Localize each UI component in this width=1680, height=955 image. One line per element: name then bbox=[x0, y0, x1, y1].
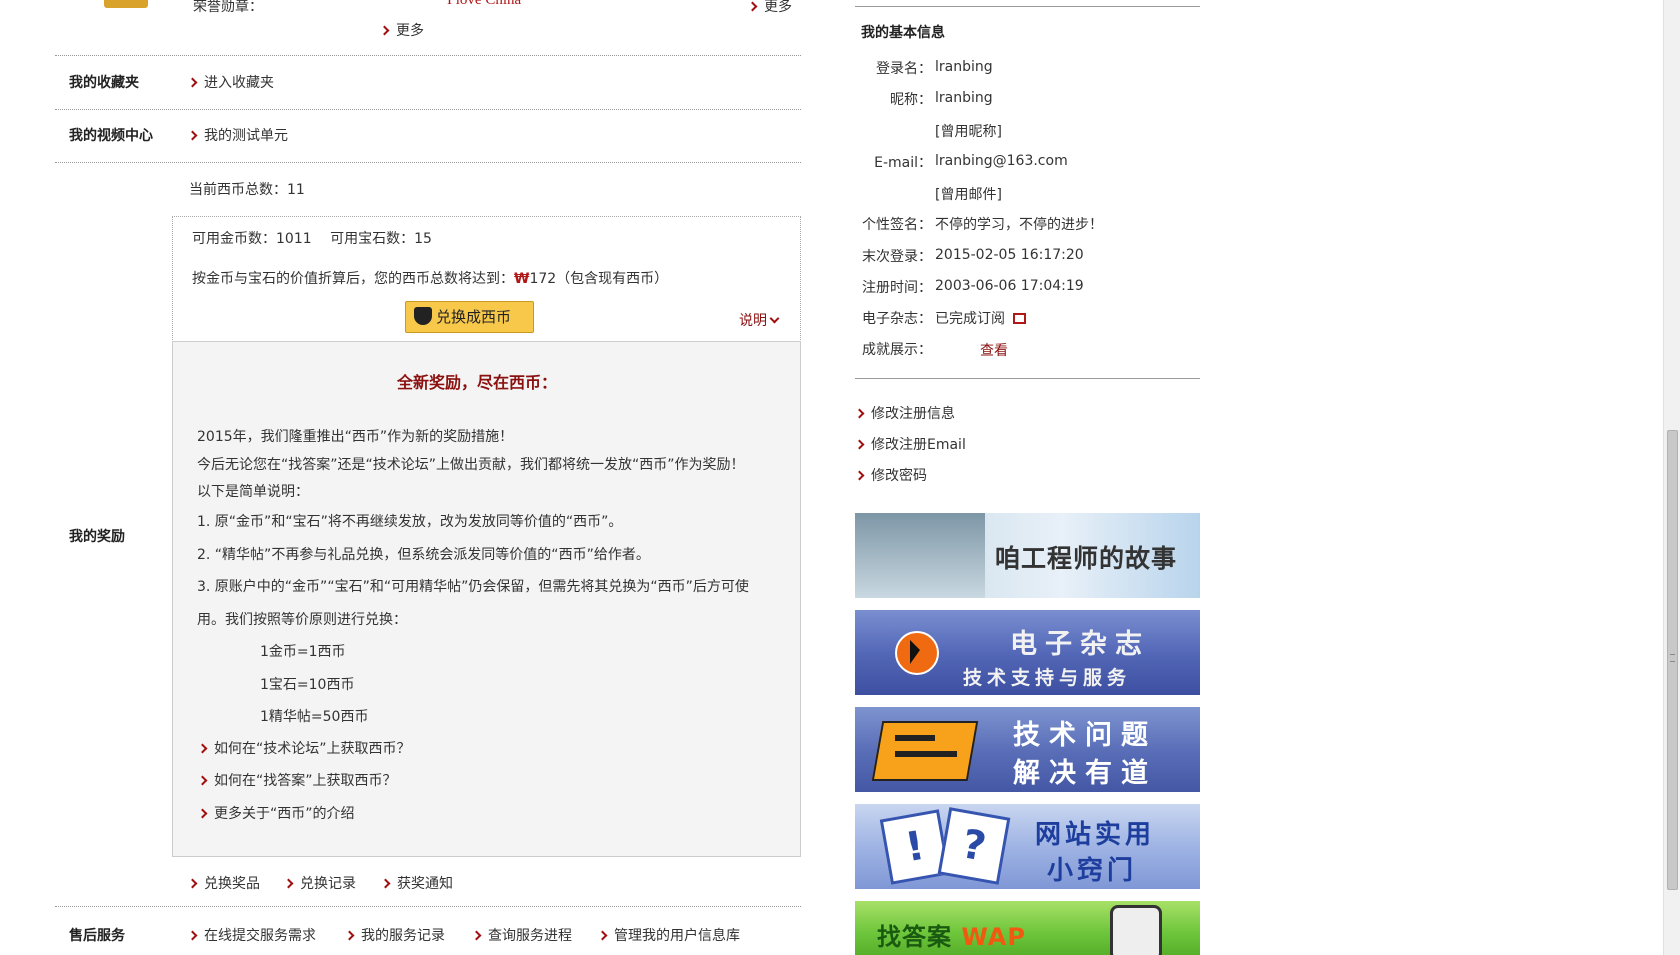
reward-item-3b: 用。我们按照等价原则进行兑换： bbox=[197, 612, 407, 628]
signature-value: 不停的学习，不停的进步！ bbox=[935, 217, 1103, 233]
banner-3-line2: 解决有道 bbox=[1013, 758, 1157, 789]
aftersale-label: 售后服务 bbox=[69, 928, 125, 944]
magazine-value: 已完成订阅 bbox=[935, 308, 1026, 328]
vertical-scrollbar[interactable] bbox=[1663, 0, 1680, 955]
reward-para-1: 2015年，我们隆重推出“西币”作为新的奖励措施！ bbox=[197, 429, 514, 445]
phone-icon bbox=[1110, 905, 1162, 955]
more-link-right[interactable]: 更多 bbox=[747, 0, 792, 16]
exchange-prize-link[interactable]: 兑换奖品 bbox=[187, 873, 260, 893]
profile-title: 我的基本信息 bbox=[861, 25, 945, 41]
change-password-link[interactable]: 修改密码 bbox=[854, 465, 927, 485]
coin-bag-icon bbox=[414, 307, 432, 325]
rate-essence: 1精华帖=50西币 bbox=[260, 709, 369, 725]
cursor-arrow bbox=[910, 640, 920, 664]
submit-service-link[interactable]: 在线提交服务需求 bbox=[187, 925, 316, 945]
rate-gold: 1金币=1西币 bbox=[260, 644, 346, 660]
edit-email-link[interactable]: 修改注册Email bbox=[854, 434, 966, 454]
site-tips-banner[interactable]: ! ? 网站实用 小窍门 bbox=[855, 804, 1200, 889]
engineer-photo bbox=[855, 513, 985, 598]
medal-icon bbox=[104, 0, 148, 8]
edit-profile-link[interactable]: 修改注册信息 bbox=[854, 403, 955, 423]
book-icon bbox=[1013, 313, 1026, 324]
banner-1-text: 咱工程师的故事 bbox=[995, 544, 1178, 573]
available-coins: 可用金币数：1011 可用宝石数：15 bbox=[192, 231, 432, 247]
current-coin-total: 当前西币总数：11 bbox=[189, 182, 305, 198]
reward-heading: 全新奖励，尽在西币： bbox=[397, 373, 558, 392]
banner-4-line1: 网站实用 bbox=[1035, 820, 1156, 850]
nick-label: 昵称： bbox=[890, 92, 932, 108]
banner-3-line1: 技术问题 bbox=[1013, 720, 1157, 751]
reward-item-2: 2. “精华帖”不再参与礼品兑换，但系统会派发同等价值的“西币”给作者。 bbox=[197, 547, 650, 563]
login-label: 登录名： bbox=[876, 61, 932, 77]
coin-icon: ₩ bbox=[514, 271, 530, 287]
chevron-down-icon bbox=[769, 313, 780, 324]
email-value: lranbing@163.com bbox=[935, 153, 1068, 169]
signature-label: 个性签名： bbox=[862, 217, 932, 233]
i-love-china-logo: I love China bbox=[447, 0, 522, 8]
exchange-button[interactable]: 兑换成西币 bbox=[405, 301, 534, 333]
email-label: E-mail： bbox=[874, 155, 932, 171]
rate-gem: 1宝石=10西币 bbox=[260, 677, 355, 693]
reward-item-3a: 3. 原账户中的“金币”“宝石”和“可用精华帖”仍会保留，但需先将其兑换为“西币… bbox=[197, 579, 749, 595]
banner-2-line2: 技术支持与服务 bbox=[963, 667, 1132, 689]
converted-total: 按金币与宝石的价值折算后，您的西币总数将达到：₩172（包含现有西币） bbox=[192, 271, 669, 287]
register-value: 2003-06-06 17:04:19 bbox=[935, 278, 1084, 294]
more-intro-link[interactable]: 更多关于“西币”的介绍 bbox=[197, 803, 355, 823]
achieve-view-link[interactable]: 查看 bbox=[980, 340, 1008, 360]
more-link-left[interactable]: 更多 bbox=[379, 20, 424, 40]
tech-problem-banner[interactable]: 技术问题 解决有道 bbox=[855, 707, 1200, 792]
register-label: 注册时间： bbox=[862, 280, 932, 296]
video-link[interactable]: 我的测试单元 bbox=[187, 125, 288, 145]
honor-label: 荣誉勋章： bbox=[193, 0, 263, 15]
arrow-right bbox=[895, 751, 957, 757]
video-center-label: 我的视频中心 bbox=[69, 128, 153, 144]
lastlogin-value: 2015-02-05 16:17:20 bbox=[935, 247, 1084, 263]
banner-2-line1: 电子杂志 bbox=[1010, 629, 1150, 660]
nick-value: lranbing bbox=[935, 90, 993, 106]
banner-5-text-b: WAP bbox=[961, 923, 1026, 951]
arrow-left bbox=[895, 735, 935, 741]
howto-answers-link[interactable]: 如何在“找答案”上获取西币？ bbox=[197, 770, 397, 790]
lastlogin-label: 末次登录： bbox=[862, 249, 932, 265]
answers-wap-banner[interactable]: 找答案 WAP bbox=[855, 901, 1200, 955]
magazine-label: 电子杂志： bbox=[862, 311, 932, 327]
engineer-story-banner[interactable]: 咱工程师的故事 bbox=[855, 513, 1200, 598]
achieve-label: 成就展示： bbox=[862, 342, 932, 358]
howto-forum-link[interactable]: 如何在“技术论坛”上获取西币？ bbox=[197, 738, 411, 758]
question-card-icon: ? bbox=[937, 807, 1011, 885]
reward-label: 我的奖励 bbox=[69, 529, 125, 545]
login-value: lranbing bbox=[935, 59, 993, 75]
reward-item-1: 1. 原“金币”和“宝石”将不再继续发放，改为发放同等价值的“西币”。 bbox=[197, 514, 623, 530]
email-history-link[interactable]: [曾用邮件] bbox=[935, 184, 1002, 204]
service-record-link[interactable]: 我的服务记录 bbox=[344, 925, 445, 945]
user-info-link[interactable]: 管理我的用户信息库 bbox=[597, 925, 740, 945]
favorites-link[interactable]: 进入收藏夹 bbox=[187, 72, 274, 92]
scrollbar-thumb[interactable] bbox=[1667, 430, 1678, 890]
reward-para-3: 以下是简单说明： bbox=[197, 484, 309, 500]
exchange-record-link[interactable]: 兑换记录 bbox=[283, 873, 356, 893]
emagazine-banner[interactable]: 电子杂志 技术支持与服务 bbox=[855, 610, 1200, 695]
explain-toggle[interactable]: 说明 bbox=[739, 310, 780, 330]
scroll-grip-icon bbox=[1670, 654, 1675, 662]
nick-history-link[interactable]: [曾用昵称] bbox=[935, 121, 1002, 141]
service-progress-link[interactable]: 查询服务进程 bbox=[471, 925, 572, 945]
banner-4-line2: 小窍门 bbox=[1047, 856, 1138, 886]
favorites-label: 我的收藏夹 bbox=[69, 75, 139, 91]
award-notice-link[interactable]: 获奖通知 bbox=[380, 873, 453, 893]
banner-5-text-a: 找答案 bbox=[877, 923, 952, 951]
reward-para-2: 今后无论您在“找答案”还是“技术论坛”上做出贡献，我们都将统一发放“西币”作为奖… bbox=[197, 457, 745, 473]
